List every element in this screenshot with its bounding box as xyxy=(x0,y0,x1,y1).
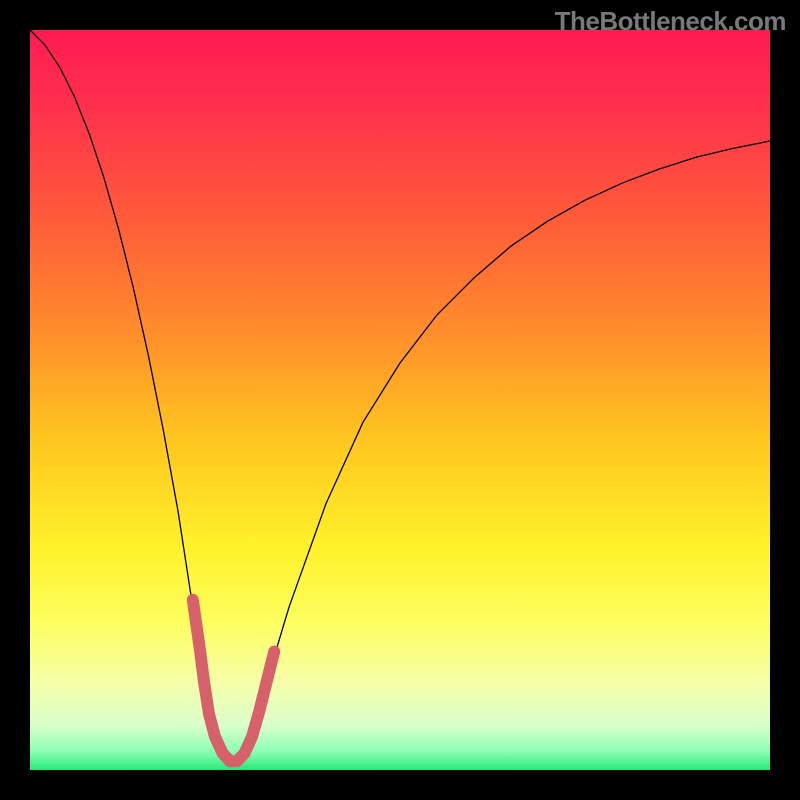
chart-svg xyxy=(30,30,770,770)
gradient-background xyxy=(30,30,770,770)
watermark-text: TheBottleneck.com xyxy=(555,6,786,37)
chart-root: TheBottleneck.com xyxy=(0,0,800,800)
plot-area xyxy=(30,30,770,770)
